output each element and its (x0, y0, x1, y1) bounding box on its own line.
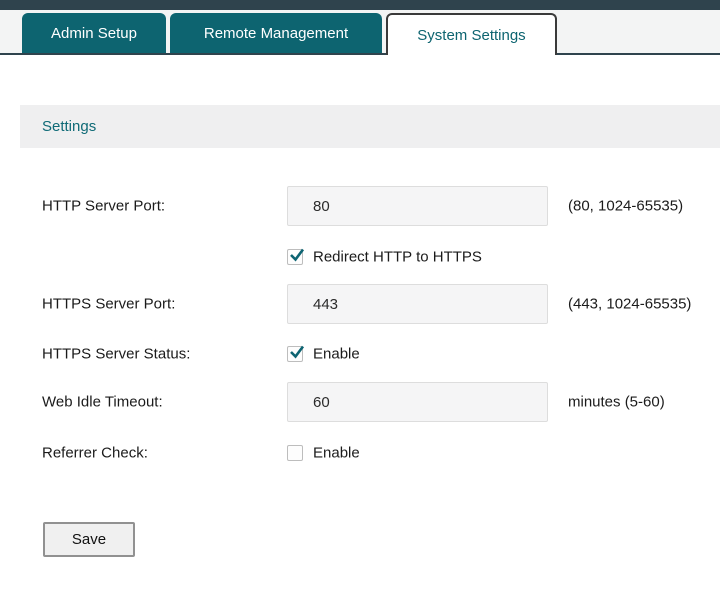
check-icon (290, 248, 305, 262)
top-bar (0, 0, 720, 10)
tab-bar: Admin Setup Remote Management System Set… (22, 13, 557, 55)
https-server-status-label: HTTPS Server Status: (42, 345, 191, 363)
tab-system-settings[interactable]: System Settings (386, 13, 557, 55)
http-server-port-label: HTTP Server Port: (42, 197, 166, 215)
referrer-check-label: Referrer Check: (42, 444, 148, 462)
settings-section-header: Settings (20, 105, 720, 148)
http-server-port-row: HTTP Server Port: (80, 1024-65535) (0, 186, 720, 226)
save-button[interactable]: Save (43, 522, 135, 557)
http-server-port-hint: (80, 1024-65535) (568, 197, 684, 215)
https-server-status-row: HTTPS Server Status: Enable (0, 338, 720, 370)
web-idle-timeout-row: Web Idle Timeout: minutes (5-60) (0, 382, 720, 422)
redirect-http-to-https-checkbox[interactable] (287, 248, 305, 265)
redirect-http-row: Redirect HTTP to HTTPS (0, 241, 720, 273)
tab-admin-setup[interactable]: Admin Setup (22, 13, 166, 53)
referrer-check-checkbox[interactable] (287, 445, 303, 461)
redirect-http-to-https-label[interactable]: Redirect HTTP to HTTPS (313, 249, 482, 266)
web-idle-timeout-input[interactable] (287, 382, 548, 422)
https-server-port-input[interactable] (287, 284, 548, 324)
https-server-port-label: HTTPS Server Port: (42, 295, 176, 313)
https-server-port-row: HTTPS Server Port: (443, 1024-65535) (0, 284, 720, 324)
section-title: Settings (42, 118, 97, 135)
https-server-status-enable-label[interactable]: Enable (313, 346, 360, 363)
referrer-check-enable-label[interactable]: Enable (313, 445, 360, 462)
http-server-port-input[interactable] (287, 186, 548, 226)
https-server-port-hint: (443, 1024-65535) (568, 295, 692, 313)
web-idle-timeout-hint: minutes (5-60) (568, 393, 665, 411)
https-server-status-checkbox[interactable] (287, 345, 305, 362)
check-icon (290, 345, 305, 359)
web-idle-timeout-label: Web Idle Timeout: (42, 393, 163, 411)
system-settings-page: Admin Setup Remote Management System Set… (0, 0, 720, 597)
tab-remote-management[interactable]: Remote Management (170, 13, 382, 53)
referrer-check-row: Referrer Check: Enable (0, 437, 720, 469)
